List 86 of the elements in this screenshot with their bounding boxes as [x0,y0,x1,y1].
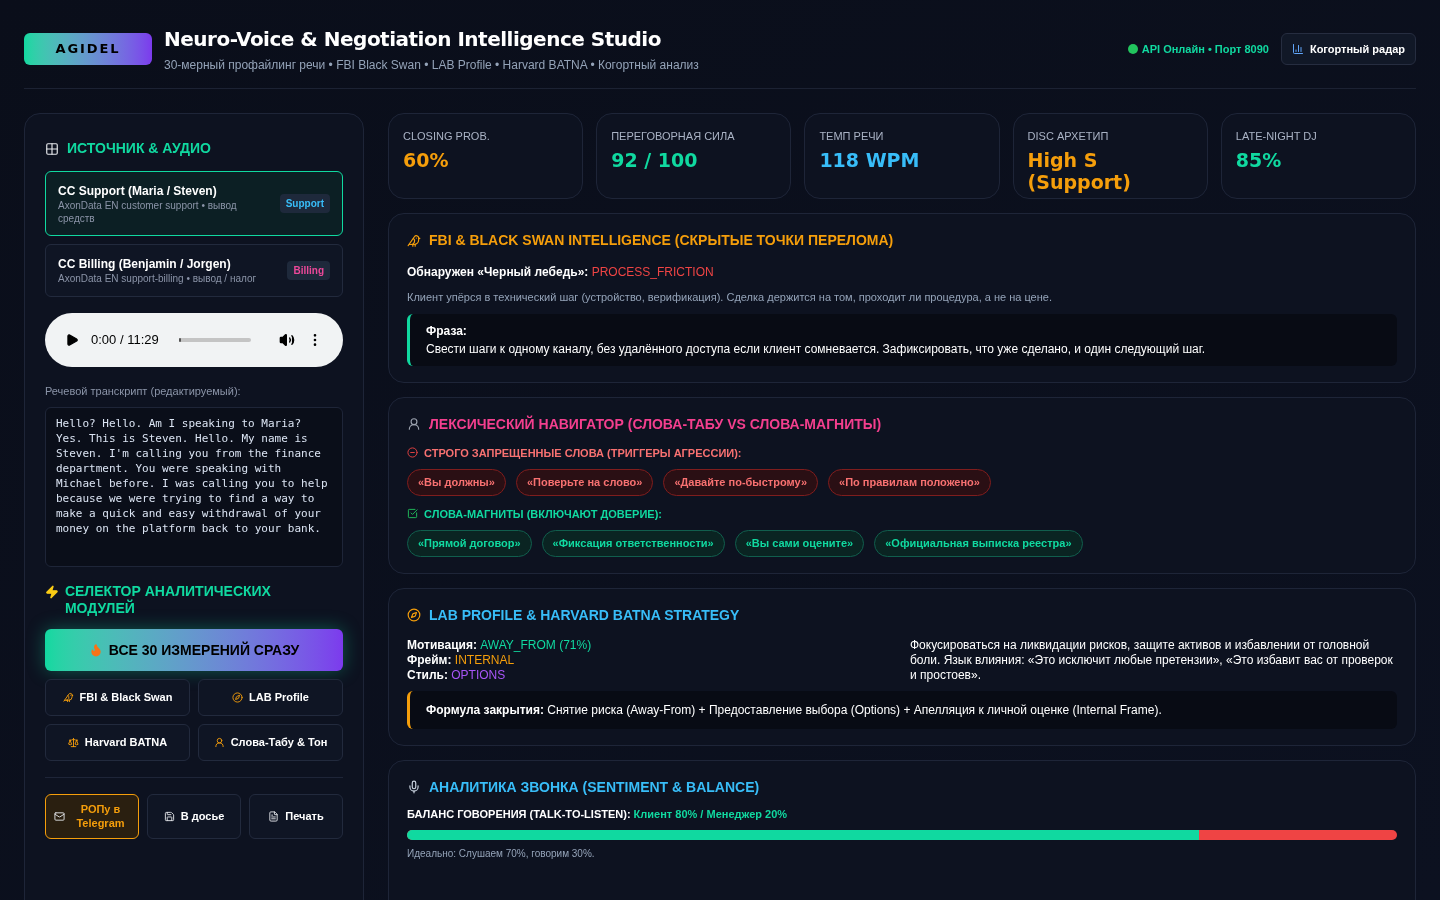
action-button[interactable]: Печать [249,794,343,839]
word-tag: «Вы должны» [407,469,506,496]
stat-label: DISC АРХЕТИП [1027,129,1110,144]
formula-label: Формула закрытия: [426,702,544,717]
word-tag: «Поверьте на слово» [515,469,654,496]
envelope-icon [54,811,65,822]
stat-label: CLOSING PROB. [403,129,491,144]
person-icon [407,417,421,431]
transcript-field[interactable]: Hello? Hello. Am I speaking to Maria? Yes. This is Steven. Hello. My name is Steven. I'm calling you from the finance department. You were speaking with Michael before. I was calling you to help because we were trying to find a way to make a quick and easy withdrawal of your money on the platform back to your bank. [45,407,343,567]
compass-icon [407,608,421,622]
microphone-icon [407,780,421,794]
module-button[interactable]: LAB Profile [198,679,343,716]
source-tag: Billing [287,260,330,280]
app-title: Neuro-Voice & Negotiation Intelligence Studio [164,26,662,53]
balance-note: Идеально: Слушаем 70%, говорим 30%. [407,847,596,861]
fact-label: Стиль: [407,667,448,682]
section-title: LAB PROFILE & HARVARD BATNA STRATEGY [429,605,740,625]
logo: AGIDEL [24,33,152,65]
lightning-icon [45,585,59,599]
action-button[interactable]: В досье [147,794,241,839]
section-title: FBI & BLACK SWAN INTELLIGENCE (СКРЫТЫЕ ТОЧКИ ПЕРЕЛОМА) [429,231,894,250]
fact-label: Фрейм: [407,652,452,667]
play-icon [65,332,79,347]
compass-icon [232,692,244,703]
source-title: CC Billing (Benjamin / Jorgen) [58,256,232,273]
stat-label: ПЕРЕГОВОРНАЯ СИЛА [611,129,736,144]
document-icon [268,811,280,822]
section-title: ИСТОЧНИК & АУДИО [67,139,211,158]
transcript-label: Речевой транскрипт (редактируемый): [45,383,242,399]
stat-value: High S (Support) [1027,148,1132,193]
word-tag: «Прямой договор» [407,530,532,557]
module-button[interactable]: FBI & Black Swan [45,679,190,716]
stat-label: LATE-NIGHT DJ [1235,129,1318,144]
chart-icon [1291,43,1304,55]
fbi-description: Клиент упёрся в технический шаг (устройство, верификация). Сделка держится на том, проходит ли процедура, а не на цене. [407,290,1053,305]
source-tag: Support [279,194,330,213]
stat-value: 118 WPM [819,148,921,171]
app-subtitle: 30-мерный профайлинг речи • FBI Black Swan • LAB Profile • Harvard BATNA • Когортный анализ [164,57,699,74]
bird-icon [62,692,74,703]
group-title: СЛОВА-МАГНИТЫ (ВКЛЮЧАЮТ ДОВЕРИЕ): [424,506,663,522]
checkmark-icon [407,508,418,520]
scales-icon [67,737,79,748]
word-tag: «Официальная выписка реестра» [874,530,1083,557]
detected-value: PROCESS_FRICTION [591,265,714,279]
fact-label: Мотивация: [407,637,477,652]
word-tag: «Вы сами оцените» [734,530,865,557]
source-item[interactable]: CC Support (Maria / Steven) AxonData EN customer support • вывод средств Support [45,171,343,236]
audio-time: 0:00 / 11:29 [91,330,159,349]
fact-value: AWAY_FROM (71%) [480,637,592,652]
action-button[interactable]: РОПу в Telegram [45,794,139,839]
source-item[interactable]: CC Billing (Benjamin / Jorgen) AxonData EN support-billing • вывод / налог Billing [45,244,343,297]
module-button[interactable]: Слова-Табу & Тон [198,724,343,761]
group-title: СТРОГО ЗАПРЕЩЕННЫЕ СЛОВА (ТРИГГЕРЫ АГРЕССИИ): [424,445,742,461]
formula-text: Снятие риска (Away-From) + Предоставление выбора (Options) + Апелляция к личной оценке (Internal Frame). [547,702,1162,717]
balance-value: Клиент 80% / Менеджер 20% [633,807,788,820]
audio-player[interactable]: 0:00 / 11:29 [45,312,343,367]
fact-value: OPTIONS [451,667,506,682]
api-status: API Онлайн • Порт 8090 [1141,41,1269,57]
module-button[interactable]: Harvard BATNA [45,724,190,761]
volume-icon [279,331,295,348]
fire-icon [88,643,103,657]
word-tag: «Давайте по-быстрому» [663,469,819,496]
source-subtitle: AxonData EN support-billing • вывод / налог [58,273,258,286]
balance-label: БАЛАНС ГОВОРЕНИЯ (TALK-TO-LISTEN): [407,807,631,820]
stat-value: 85% [1235,148,1283,171]
section-title: ЛЕКСИЧЕСКИЙ НАВИГАТОР (СЛОВА-ТАБУ VS СЛОВА-МАГНИТЫ) [429,414,882,434]
word-tag: «По правилам положено» [828,469,991,496]
stat-value: 60% [403,148,450,171]
source-subtitle: AxonData EN customer support • вывод средств [58,200,238,225]
phrase-label: Фраза: [426,322,468,340]
cohort-radar-button[interactable]: Когортный радар [1280,33,1416,65]
phrase-text: Свести шаги к одному каналу, без удалённого доступа если клиент сомневается. Зафиксировать, что уже сделано, и один следующий шаг. [426,340,1206,358]
stat-value: 92 / 100 [611,148,699,171]
word-tag: «Фиксация ответственности» [541,530,725,557]
person-icon [213,737,225,748]
stat-label: ТЕМП РЕЧИ [819,129,885,144]
bird-icon [407,233,421,248]
section-title: АНАЛИТИКА ЗВОНКА (SENTIMENT & BALANCE) [429,777,760,797]
no-entry-icon [407,447,418,459]
all-dimensions-button[interactable]: ВСЕ 30 ИЗМЕРЕНИЙ СРАЗУ [45,629,343,671]
section-title: СЕЛЕКТОР АНАЛИТИЧЕСКИХ МОДУЛЕЙ [64,583,272,617]
lab-advice: Фокусироваться на ликвидации рисков, защите активов и избавлении от головной боли. Язык влияния: «Это исключит любые претензии», «Это избавит вас от проверок и простоев». [910,637,1394,683]
detected-label: Обнаружен «Черный лебедь»: [407,265,589,279]
audio-progress-track[interactable] [178,337,251,342]
source-title: CC Support (Maria / Steven) [58,183,218,200]
fact-value: INTERNAL [454,652,515,667]
